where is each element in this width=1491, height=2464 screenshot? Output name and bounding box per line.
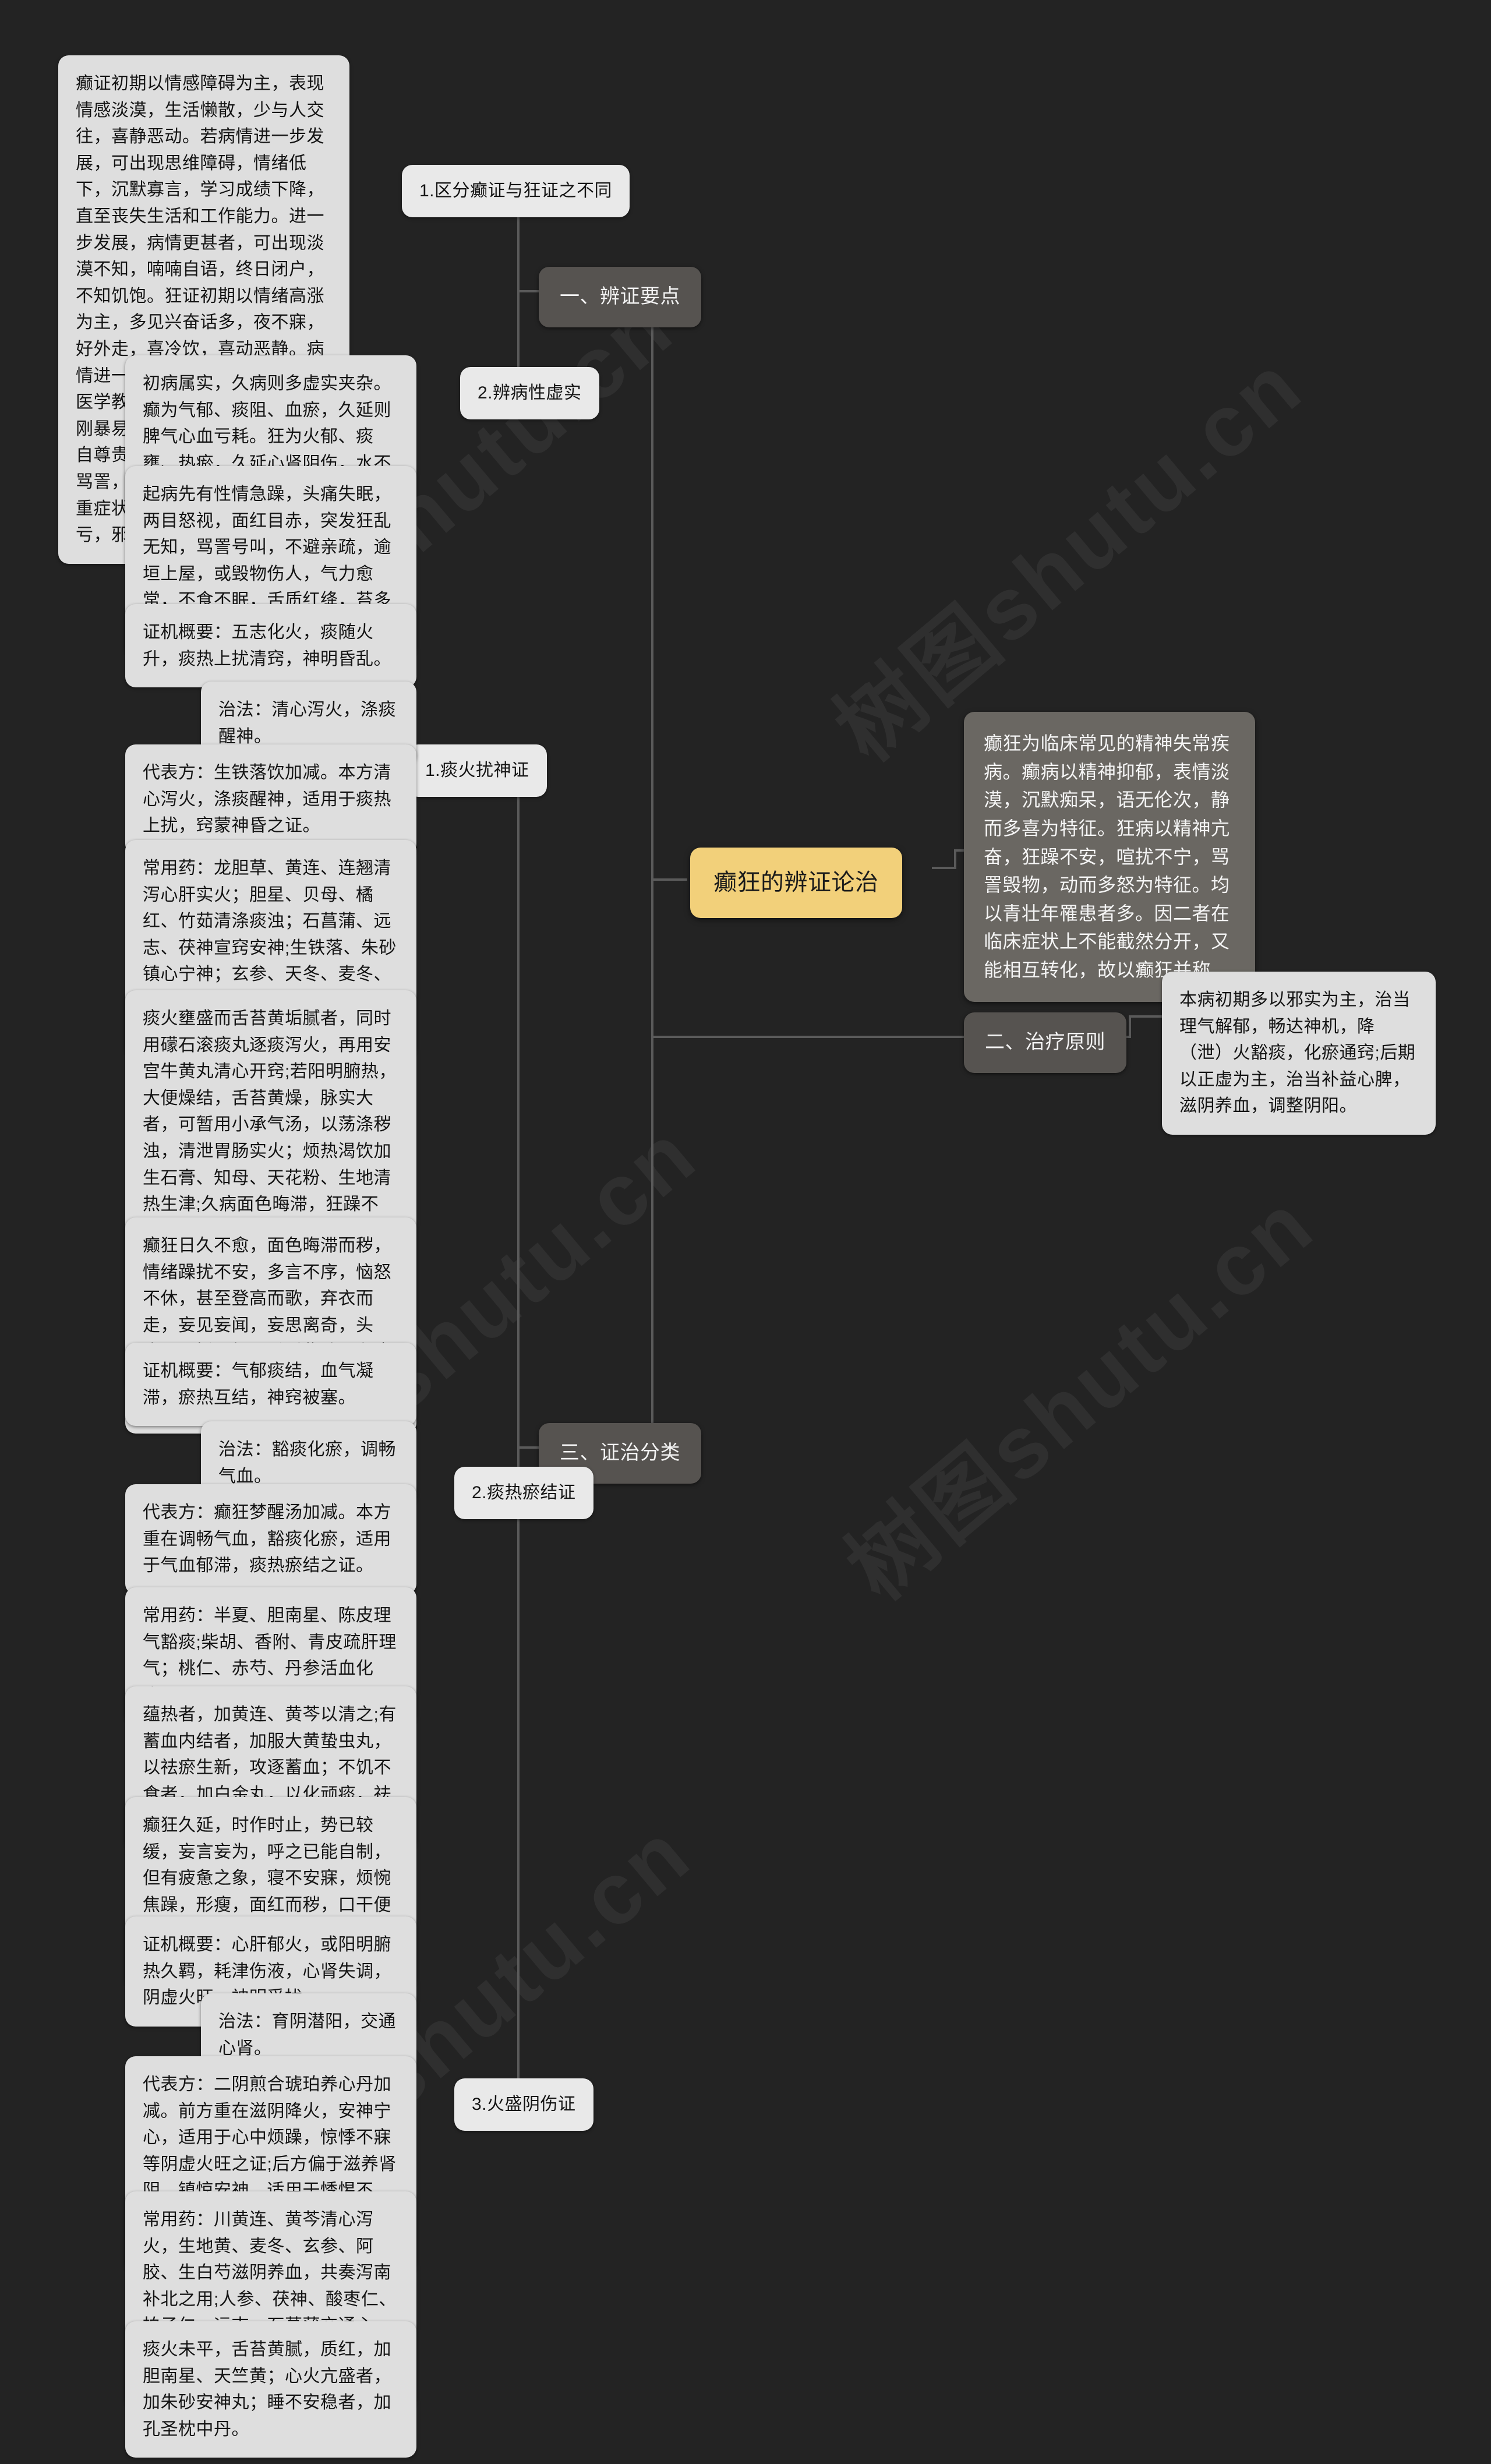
branch-node-qufen-dianzheng-kuangzheng[interactable]: 1.区分癫证与狂证之不同 (402, 165, 630, 217)
branch-node-bianbingxing-xushi[interactable]: 2.辨病性虚实 (460, 367, 599, 419)
mindmap-canvas: 树图shutu.cn 树图shutu.cn 树图shutu.cn 树图shutu… (0, 0, 1491, 2464)
branch-node-tanhuo-raoshen-zheng[interactable]: 1.痰火扰神证 (408, 744, 547, 797)
root-description-node[interactable]: 癫狂为临床常见的精神失常疾病。癫病以精神抑郁，表情淡漠，沉默痴呆，语无伦次，静而… (964, 712, 1255, 1002)
leaf-node-huosheng-jiajian[interactable]: 痰火未平，舌苔黄腻，质红，加胆南星、天竺黄；心火亢盛者，加朱砂安神丸；睡不安稳者… (125, 2321, 416, 2458)
watermark-4: 树图shutu.cn (829, 1174, 1332, 1618)
leaf-node-tanre-zhengji-gaiyao[interactable]: 证机概要：气郁痰结，血气凝滞，瘀热互结，神窍被塞。 (125, 1343, 416, 1427)
leaf-node-tanhuo-daibiaofang[interactable]: 代表方：生铁落饮加减。本方清心泻火，涤痰醒神，适用于痰热上扰，窍蒙神昏之证。 (125, 744, 416, 855)
zhiliaoyuanze-detail-node[interactable]: 本病初期多以邪实为主，治当理气解郁，畅达神机，降（泄）火豁痰，化瘀通窍;后期以正… (1162, 972, 1436, 1135)
branch-node-tanre-yujie-zheng[interactable]: 2.痰热瘀结证 (454, 1467, 593, 1519)
branch-node-huosheng-yinshang-zheng[interactable]: 3.火盛阴伤证 (454, 2078, 593, 2131)
leaf-node-tanre-daibiaofang[interactable]: 代表方：癫狂梦醒汤加减。本方重在调畅气血，豁痰化瘀，适用于气血郁滞，痰热瘀结之证… (125, 1484, 416, 1594)
section-node-bianzhengyaodian[interactable]: 一、辨证要点 (539, 267, 701, 327)
leaf-node-tanhuo-zhengji-gaiyao[interactable]: 证机概要：五志化火，痰随火升，痰热上扰清窍，神明昏乱。 (125, 604, 416, 688)
root-node[interactable]: 癫狂的辨证论治 (690, 848, 902, 918)
section-node-zhiliaoyuanze[interactable]: 二、治疗原则 (964, 1012, 1126, 1073)
